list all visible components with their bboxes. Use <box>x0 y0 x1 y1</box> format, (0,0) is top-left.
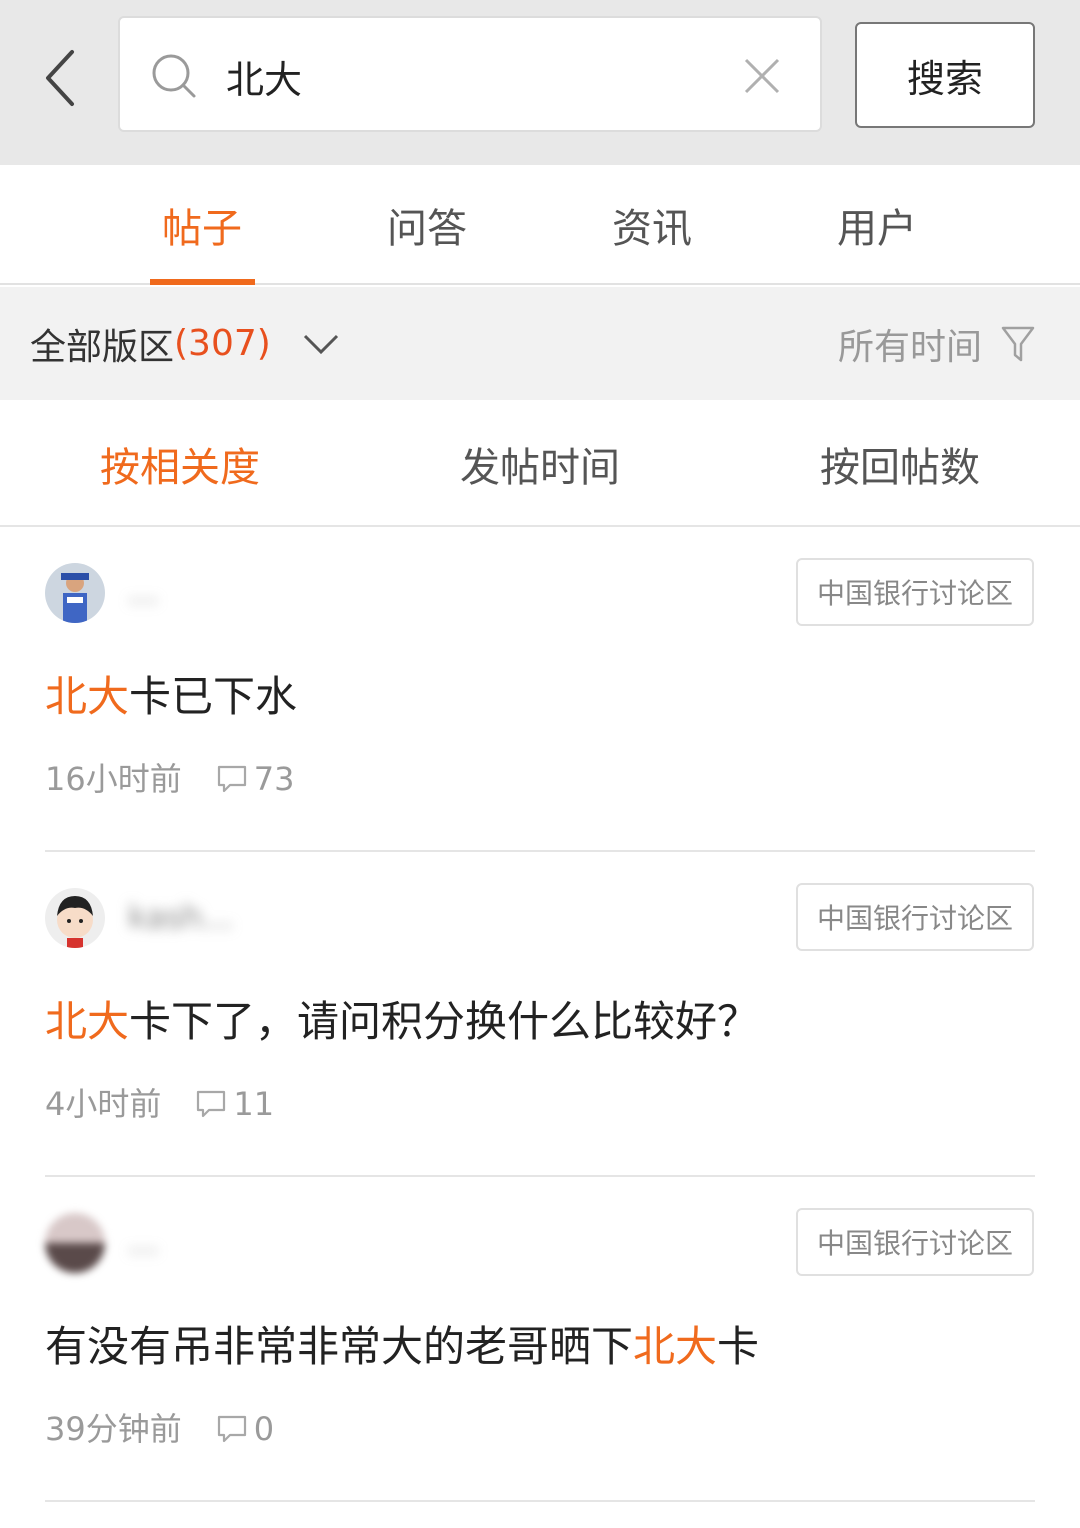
result-tabs: 帖子 问答 资讯 用户 <box>0 165 1080 285</box>
avatar-image <box>45 563 105 623</box>
search-input[interactable] <box>226 46 726 106</box>
comment-icon <box>217 1415 246 1443</box>
tab-news[interactable]: 资讯 <box>552 165 752 285</box>
board-tag[interactable]: 中国银行讨论区 <box>796 558 1034 626</box>
chevron-left-icon <box>46 49 74 106</box>
post-title[interactable]: 北大卡已下水 <box>45 662 1025 732</box>
avatar[interactable] <box>45 563 105 623</box>
username[interactable]: ... <box>128 1217 159 1267</box>
comment-icon <box>197 1090 226 1118</box>
title-text: 卡下了，请问积分换什么比较好？ <box>129 997 760 1046</box>
username[interactable]: kash... <box>128 892 233 942</box>
list-item[interactable]: ... 中国银行讨论区 北大卡已下水 16小时前 73 <box>0 527 1080 852</box>
avatar[interactable] <box>45 1213 105 1273</box>
chevron-down-icon <box>303 334 338 354</box>
filter-bar: 全部版区 (307) 所有时间 <box>0 287 1080 400</box>
reply-count: 0 <box>253 1410 275 1448</box>
title-highlight: 北大 <box>45 997 130 1046</box>
post-meta: 4小时前 11 <box>45 1082 274 1126</box>
avatar-image <box>45 1213 105 1273</box>
post-time: 4小时前 <box>45 1085 162 1123</box>
comment-icon <box>217 765 246 793</box>
sort-reply-count[interactable]: 按回帖数 <box>760 400 1040 527</box>
reply-count: 11 <box>233 1085 275 1123</box>
post-time: 39分钟前 <box>45 1410 182 1448</box>
filter-icon <box>1001 326 1035 361</box>
post-meta: 39分钟前 0 <box>45 1407 274 1451</box>
avatar[interactable] <box>45 888 105 948</box>
reply-count: 73 <box>253 760 295 798</box>
post-title[interactable]: 北大卡下了，请问积分换什么比较好？ <box>45 987 1025 1057</box>
post-title[interactable]: 有没有吊非常非常大的老哥晒下北大卡 <box>45 1312 1025 1382</box>
tab-qa[interactable]: 问答 <box>327 165 527 285</box>
title-text-end: 卡 <box>717 1322 760 1371</box>
title-text: 卡已下水 <box>129 672 298 721</box>
avatar-image <box>45 888 105 948</box>
top-bar: 搜索 <box>0 0 1080 165</box>
sort-bar: 按相关度 发帖时间 按回帖数 <box>0 400 1080 527</box>
sort-post-time[interactable]: 发帖时间 <box>400 400 680 527</box>
back-button[interactable] <box>30 40 90 115</box>
title-text: 有没有吊非常非常大的老哥晒下 <box>45 1322 634 1371</box>
divider <box>45 1500 1035 1502</box>
post-time: 16小时前 <box>45 760 182 798</box>
time-filter-label: 所有时间 <box>837 326 982 368</box>
username[interactable]: ... <box>128 567 159 617</box>
list-item[interactable]: kash... 中国银行讨论区 北大卡下了，请问积分换什么比较好？ 4小时前 1… <box>0 852 1080 1177</box>
board-tag[interactable]: 中国银行讨论区 <box>796 1208 1034 1276</box>
board-tag[interactable]: 中国银行讨论区 <box>796 883 1034 951</box>
list-item[interactable]: ... 中国银行讨论区 有没有吊非常非常大的老哥晒下北大卡 39分钟前 0 <box>0 1177 1080 1502</box>
title-highlight: 北大 <box>633 1322 718 1371</box>
sort-relevance[interactable]: 按相关度 <box>40 400 320 527</box>
board-count: (307) <box>174 323 271 364</box>
board-filter-dropdown[interactable]: 全部版区 (307) <box>30 287 341 400</box>
tab-posts[interactable]: 帖子 <box>102 165 302 285</box>
title-highlight: 北大 <box>45 672 130 721</box>
board-filter-label: 全部版区 <box>30 326 175 368</box>
search-button[interactable]: 搜索 <box>855 22 1035 128</box>
active-tab-indicator <box>150 279 255 285</box>
search-box[interactable] <box>118 16 822 132</box>
close-icon[interactable] <box>742 56 782 96</box>
tab-users[interactable]: 用户 <box>777 165 977 285</box>
post-meta: 16小时前 73 <box>45 757 294 801</box>
search-icon <box>152 54 196 98</box>
time-filter[interactable]: 所有时间 <box>838 287 1036 400</box>
